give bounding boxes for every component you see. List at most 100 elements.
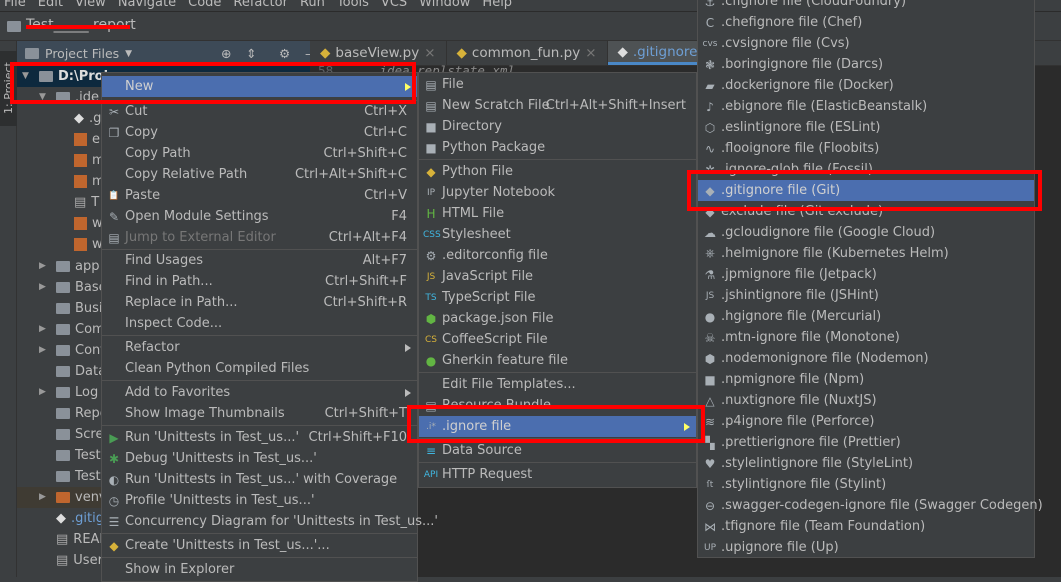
menu-item-nodemonignore-file-nodemon[interactable]: ⬢ .nodemonignore file (Nodemon) bbox=[698, 348, 1034, 369]
menu-item-copy-relative-path[interactable]: Copy Relative Path Ctrl+Alt+Shift+C bbox=[102, 164, 417, 185]
menu-item-chefignore-file-chef[interactable]: C .chefignore file (Chef) bbox=[698, 12, 1034, 33]
menu-item-create-unittests-in-test-us[interactable]: ◆ Create 'Unittests in Test_us...'... bbox=[102, 535, 417, 556]
menu-item-ignore-file[interactable]: .i* .ignore file bbox=[419, 416, 696, 437]
menu-code[interactable]: Code bbox=[184, 0, 229, 11]
tree-item[interactable]: m bbox=[57, 171, 105, 192]
chevron-right-icon[interactable]: ▶ bbox=[39, 340, 51, 361]
tree-item[interactable]: Repo bbox=[39, 403, 108, 424]
tree-item[interactable]: w bbox=[57, 234, 103, 255]
gear-icon[interactable]: ⚙ bbox=[279, 46, 290, 61]
menu-item-http-request[interactable]: API HTTP Request bbox=[419, 464, 696, 485]
menu-edit[interactable]: Edit bbox=[34, 0, 71, 11]
menu-item-new[interactable]: New bbox=[102, 76, 417, 97]
menu-item-p4ignore-file-perforce[interactable]: ≋ .p4ignore file (Perforce) bbox=[698, 411, 1034, 432]
tab-baseview-py[interactable]: ◆ baseView.py × bbox=[310, 41, 447, 65]
menu-item-ebignore-file-elasticbeanstalk[interactable]: ♪ .ebignore file (ElasticBeanstalk) bbox=[698, 96, 1034, 117]
menu-item-coffeescript-file[interactable]: CS CoffeeScript File bbox=[419, 329, 696, 350]
chevron-right-icon[interactable]: ▶ bbox=[39, 277, 51, 298]
menu-item-resource-bundle[interactable]: ▤ Resource Bundle bbox=[419, 395, 696, 416]
menu-item-copy-path[interactable]: Copy Path Ctrl+Shift+C bbox=[102, 143, 417, 164]
chevron-down-icon[interactable]: ▼ bbox=[125, 49, 132, 59]
menu-item-cut[interactable]: ✂ Cut Ctrl+X bbox=[102, 101, 417, 122]
project-view-selector[interactable]: Project Files bbox=[45, 46, 119, 61]
menu-item-inspect-code[interactable]: Inspect Code... bbox=[102, 313, 417, 334]
menu-item-open-module-settings[interactable]: ✎ Open Module Settings F4 bbox=[102, 206, 417, 227]
menu-file[interactable]: File bbox=[0, 0, 34, 11]
tree-item[interactable]: Scre bbox=[39, 424, 103, 445]
tree-item[interactable]: m bbox=[57, 150, 105, 171]
tab-common-fun-py[interactable]: ◆ common_fun.py × bbox=[447, 41, 608, 65]
menu-item-cvsignore-file-cvs[interactable]: cvs .cvsignore file (Cvs) bbox=[698, 33, 1034, 54]
menu-item-clean-python-compiled-files[interactable]: Clean Python Compiled Files bbox=[102, 358, 417, 379]
menu-item-hgignore-file-mercurial[interactable]: ● .hgignore file (Mercurial) bbox=[698, 306, 1034, 327]
menu-item-show-image-thumbnails[interactable]: Show Image Thumbnails Ctrl+Shift+T bbox=[102, 403, 417, 424]
tree-item[interactable]: ▤ T bbox=[57, 192, 99, 213]
menu-item-typescript-file[interactable]: TS TypeScript File bbox=[419, 287, 696, 308]
collapse-icon[interactable]: ⇕ bbox=[246, 46, 256, 61]
chevron-right-icon[interactable]: ▶ bbox=[39, 487, 51, 508]
tree-item[interactable]: ▤ REAI bbox=[39, 529, 103, 550]
menu-item-directory[interactable]: ■ Directory bbox=[419, 116, 696, 137]
menu-item-tfignore-file-team-foundation[interactable]: ⋈ .tfignore file (Team Foundation) bbox=[698, 516, 1034, 537]
tree-item[interactable]: w bbox=[57, 213, 103, 234]
menu-item-nuxtignore-file-nuxtjs[interactable]: △ .nuxtignore file (NuxtJS) bbox=[698, 390, 1034, 411]
menu-item-html-file[interactable]: H HTML File bbox=[419, 203, 696, 224]
tree-item[interactable]: Test bbox=[39, 466, 101, 487]
menu-item-boringignore-file-darcs[interactable]: ❃ .boringignore file (Darcs) bbox=[698, 54, 1034, 75]
menu-item-replace-in-path[interactable]: Replace in Path... Ctrl+Shift+R bbox=[102, 292, 417, 313]
menu-view[interactable]: View bbox=[71, 0, 114, 11]
locate-icon[interactable]: ⊕ bbox=[221, 46, 231, 61]
tree-item[interactable]: ▶ Log bbox=[39, 382, 98, 403]
menu-item-concurrency-diagram-for-unittests-in-test-us[interactable]: ☰ Concurrency Diagram for 'Unittests in T… bbox=[102, 511, 438, 532]
tree-item[interactable]: e bbox=[57, 129, 100, 150]
menu-refactor[interactable]: Refactor bbox=[229, 0, 296, 11]
menu-item-refactor[interactable]: Refactor bbox=[102, 337, 417, 358]
menu-item-jshintignore-file-jshint[interactable]: JS .jshintignore file (JSHint) bbox=[698, 285, 1034, 306]
menu-tools[interactable]: Tools bbox=[333, 0, 377, 11]
menu-item-debug-unittests-in-test-us[interactable]: ✱ Debug 'Unittests in Test_us...' bbox=[102, 448, 417, 469]
menu-item-stylesheet[interactable]: CSS Stylesheet bbox=[419, 224, 696, 245]
menu-item-new-scratch-file[interactable]: ▤ New Scratch File Ctrl+Alt+Shift+Insert bbox=[419, 95, 696, 116]
menu-item-stylintignore-file-stylint[interactable]: ſt .stylintignore file (Stylint) bbox=[698, 474, 1034, 495]
menu-item-jpmignore-file-jetpack[interactable]: ⚗ .jpmignore file (Jetpack) bbox=[698, 264, 1034, 285]
menu-item-stylelintignore-file-stylelint[interactable]: ♥ .stylelintignore file (StyleLint) bbox=[698, 453, 1034, 474]
menu-item-run-unittests-in-test-us[interactable]: ▶ Run 'Unittests in Test_us...' Ctrl+Shift… bbox=[102, 427, 417, 448]
menu-item-paste[interactable]: 📋 Paste Ctrl+V bbox=[102, 185, 417, 206]
tree-item[interactable]: ▶ app bbox=[39, 256, 99, 277]
menu-navigate[interactable]: Navigate bbox=[114, 0, 184, 11]
menu-help[interactable]: Help bbox=[478, 0, 520, 11]
menu-item-eslintignore-file-eslint[interactable]: ⬡ .eslintignore file (ESLint) bbox=[698, 117, 1034, 138]
chevron-right-icon[interactable]: ▶ bbox=[39, 319, 51, 340]
menu-item-helmignore-file-kubernetes-helm[interactable]: ⎈ .helmignore file (Kubernetes Helm) bbox=[698, 243, 1034, 264]
tree-item[interactable]: Test bbox=[39, 445, 101, 466]
menu-run[interactable]: Run bbox=[296, 0, 333, 11]
tree-item[interactable]: ▶ Conf bbox=[39, 340, 105, 361]
tree-item[interactable]: ◆ .gitig bbox=[39, 508, 104, 529]
menu-item-profile-unittests-in-test-us[interactable]: ◷ Profile 'Unittests in Test_us...' bbox=[102, 490, 417, 511]
menu-item-add-to-favorites[interactable]: Add to Favorites bbox=[102, 382, 417, 403]
close-icon[interactable]: × bbox=[585, 45, 596, 61]
chevron-down-icon[interactable]: ▼ bbox=[39, 87, 51, 108]
menu-item-data-source[interactable]: ≡ Data Source bbox=[419, 440, 696, 461]
menu-item-gitignore-file-git[interactable]: ◆ .gitignore file (Git) bbox=[698, 180, 1034, 201]
menu-item-python-package[interactable]: ■ Python Package bbox=[419, 137, 696, 158]
menu-item-python-file[interactable]: ◆ Python File bbox=[419, 161, 696, 182]
menu-item-gherkin-feature-file[interactable]: ● Gherkin feature file bbox=[419, 350, 696, 371]
tree-item[interactable]: ▤ User bbox=[39, 550, 103, 571]
chevron-right-icon[interactable]: ▶ bbox=[39, 382, 51, 403]
menu-item-edit-file-templates[interactable]: Edit File Templates... bbox=[419, 374, 696, 395]
menu-item-file[interactable]: ▤ File bbox=[419, 74, 696, 95]
menu-item-upignore-file-up[interactable]: UP .upignore file (Up) bbox=[698, 537, 1034, 558]
menu-item-ignore-glob-file-fossil[interactable]: ✲ .ignore-glob file (Fossil) bbox=[698, 159, 1034, 180]
menu-item-prettierignore-file-prettier[interactable]: ▚ .prettierignore file (Prettier) bbox=[698, 432, 1034, 453]
menu-window[interactable]: Window bbox=[415, 0, 478, 11]
menu-item-cfignore-file-cloudfoundry[interactable]: ⚓ .cfignore file (CloudFoundry) bbox=[698, 0, 1034, 12]
menu-item-editorconfig-file[interactable]: ⚙ .editorconfig file bbox=[419, 245, 696, 266]
chevron-right-icon[interactable]: ▶ bbox=[39, 256, 51, 277]
menu-item-jupyter-notebook[interactable]: IP Jupyter Notebook bbox=[419, 182, 696, 203]
menu-item-mtn-ignore-file-monotone[interactable]: ☠ .mtn-ignore file (Monotone) bbox=[698, 327, 1034, 348]
menu-item-exclude-file-git-exclude[interactable]: ◆ exclude file (Git exclude) bbox=[698, 201, 1034, 222]
menu-item-npmignore-file-npm[interactable]: ■ .npmignore file (Npm) bbox=[698, 369, 1034, 390]
menu-item-dockerignore-file-docker[interactable]: ▰ .dockerignore file (Docker) bbox=[698, 75, 1034, 96]
menu-item-flooignore-file-floobits[interactable]: ∿ .flooignore file (Floobits) bbox=[698, 138, 1034, 159]
